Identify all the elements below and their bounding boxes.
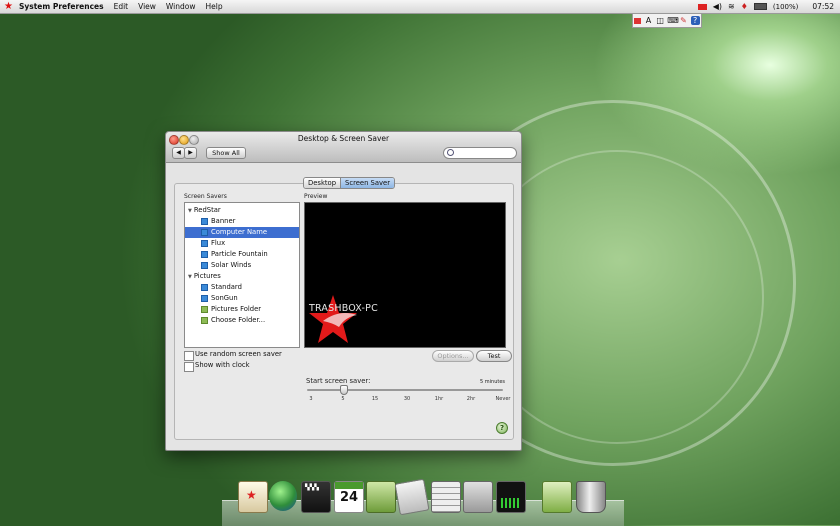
calendar-icon[interactable]: 24 — [334, 481, 364, 513]
screen-saver-icon — [201, 284, 208, 291]
window-title: Desktop & Screen Saver — [297, 134, 390, 143]
forward-button[interactable]: ▶ — [184, 147, 197, 159]
input-menu-extras: A ◫ ⌨ ✎ ? — [632, 13, 702, 28]
photo-viewer-icon[interactable]: ★ — [238, 481, 268, 513]
menu-window[interactable]: Window — [166, 2, 196, 11]
tab-bar: Desktop Screen Saver — [303, 177, 396, 189]
web-browser-icon[interactable] — [269, 481, 297, 511]
start-screen-saver-label: Start screen saver: — [306, 377, 371, 385]
screen-saver-pane: Screen Savers Preview ▼ RedStar Banner Co… — [174, 183, 514, 440]
tab-screen-saver[interactable]: Screen Saver — [340, 178, 395, 188]
screen-savers-label: Screen Savers — [184, 193, 227, 200]
trash-icon[interactable] — [576, 481, 606, 513]
menu-view[interactable]: View — [138, 2, 156, 11]
show-with-clock-label: Show with clock — [195, 361, 250, 369]
redstar-logo-icon — [309, 295, 357, 343]
clock[interactable]: 07:52 — [812, 2, 834, 11]
screen-saver-list[interactable]: ▼ RedStar Banner Computer Name Flux Parti… — [184, 202, 300, 348]
redstar-menu-icon[interactable]: ★ — [4, 0, 13, 13]
screen-saver-icon — [201, 218, 208, 225]
menu-help[interactable]: Help — [206, 2, 223, 11]
address-book-icon[interactable] — [366, 481, 396, 513]
volume-icon[interactable]: ◀︎) — [713, 2, 722, 11]
screen-saver-icon — [201, 262, 208, 269]
slider-tick-label: 30 — [403, 396, 411, 402]
movie-icon[interactable]: ▚▚▚ — [301, 481, 331, 513]
app-menu[interactable]: System Preferences — [19, 2, 104, 11]
list-item[interactable]: Particle Fountain — [185, 249, 299, 260]
battery-icon[interactable] — [753, 3, 767, 10]
list-item[interactable]: Pictures Folder — [185, 304, 299, 315]
list-group-redstar[interactable]: ▼ RedStar — [185, 205, 302, 216]
options-button[interactable]: Options... — [432, 350, 474, 362]
show-all-button[interactable]: Show All — [206, 147, 246, 159]
tools-icon[interactable]: ✎ — [679, 16, 688, 25]
start-screen-saver-value: 5 minutes — [480, 379, 506, 385]
downloads-icon[interactable] — [542, 481, 572, 513]
help-button[interactable]: ? — [496, 422, 508, 434]
list-item[interactable]: SonGun — [185, 293, 299, 304]
folder-icon — [201, 317, 208, 324]
preview-label: Preview — [304, 193, 328, 200]
show-with-clock-checkbox[interactable] — [184, 362, 194, 372]
activity-monitor-icon[interactable] — [496, 481, 526, 513]
flag-icon[interactable] — [697, 3, 707, 10]
font-icon[interactable]: A — [644, 16, 653, 25]
slider-tick-label: 3 — [309, 396, 313, 402]
menu-bar: ★ System Preferences Edit View Window He… — [0, 0, 840, 14]
slider-tick-label: 2hr — [466, 396, 476, 402]
preview-computer-name: TRASHBOX-PC — [309, 303, 378, 314]
folder-icon — [201, 306, 208, 313]
calendar-day: 24 — [339, 490, 359, 505]
slider-tick-labels: 3 5 15 30 1hr 2hr Never — [307, 396, 510, 410]
screen-saver-icon — [201, 295, 208, 302]
slider-tick-label: 15 — [371, 396, 379, 402]
input-source-icon[interactable] — [634, 17, 642, 24]
list-item[interactable]: Flux — [185, 238, 299, 249]
random-screen-saver-checkbox[interactable] — [184, 351, 194, 361]
title-bar: Desktop & Screen Saver ◀ ▶ Show All — [166, 132, 521, 163]
screen-saver-preview: TRASHBOX-PC — [304, 202, 506, 348]
slider-knob[interactable] — [339, 385, 348, 395]
random-screen-saver-label: Use random screen saver — [195, 350, 282, 358]
slider-tick-label: Never — [495, 396, 511, 402]
help-viewer-icon[interactable]: ? — [690, 16, 700, 25]
screen-saver-icon — [201, 251, 208, 258]
system-preferences-icon[interactable] — [463, 481, 493, 513]
list-item[interactable]: Solar Winds — [185, 260, 299, 271]
list-item-selected[interactable]: Computer Name — [185, 227, 299, 238]
start-screen-saver-slider[interactable] — [307, 385, 503, 395]
list-item[interactable]: Choose Folder... — [185, 315, 299, 326]
list-item[interactable]: Standard — [185, 282, 299, 293]
list-group-pictures[interactable]: ▼ Pictures — [185, 271, 302, 282]
search-icon — [447, 149, 454, 156]
tab-desktop[interactable]: Desktop — [304, 178, 341, 188]
bluetooth-icon[interactable]: ♦ — [741, 2, 748, 11]
menu-edit[interactable]: Edit — [114, 2, 129, 11]
preview-icon[interactable] — [394, 478, 430, 516]
keyboard-icon[interactable]: ⌨ — [667, 16, 679, 25]
search-input[interactable] — [443, 147, 517, 159]
slider-tick-label: 5 — [341, 396, 345, 402]
list-item[interactable]: Banner — [185, 216, 299, 227]
dictionary-icon[interactable]: ◫ — [656, 16, 665, 25]
screen-saver-icon — [201, 240, 208, 247]
calculator-icon[interactable] — [431, 481, 461, 513]
slider-tick-label: 1hr — [434, 396, 444, 402]
battery-percent: (100%) — [772, 2, 799, 11]
desktop-screen-saver-window: Desktop & Screen Saver ◀ ▶ Show All Scre… — [165, 131, 522, 451]
wifi-icon[interactable]: ≋ — [728, 2, 735, 11]
screen-saver-icon — [201, 229, 208, 236]
test-button[interactable]: Test — [476, 350, 512, 362]
disclosure-triangle-icon[interactable]: ▼ — [188, 274, 192, 280]
disclosure-triangle-icon[interactable]: ▼ — [188, 208, 192, 214]
